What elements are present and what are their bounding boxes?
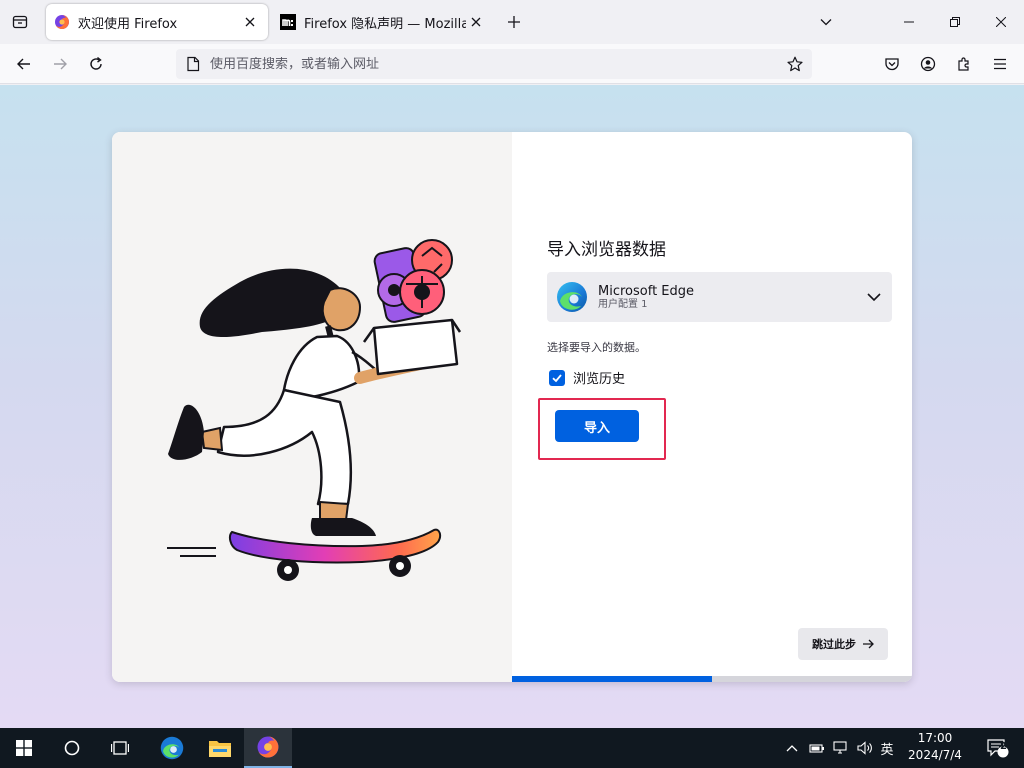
notification-count: 2 xyxy=(1000,741,1007,752)
navigation-toolbar xyxy=(0,44,1024,84)
page-icon xyxy=(178,49,208,79)
chevron-down-icon xyxy=(867,293,881,302)
taskbar-firefox[interactable] xyxy=(244,728,292,768)
import-data-card: 导入浏览器数据 Microsoft Edge 用户配置 1 选择要导入的数据。 … xyxy=(112,132,912,682)
url-input[interactable] xyxy=(208,56,780,72)
import-panel: 导入浏览器数据 Microsoft Edge 用户配置 1 选择要导入的数据。 … xyxy=(512,132,912,682)
skateboarder-illustration xyxy=(167,239,462,581)
network-icon xyxy=(833,741,847,754)
account-icon xyxy=(920,56,936,72)
tab-privacy-notice[interactable]: Firefox 隐私声明 — Mozilla xyxy=(272,4,494,40)
microsoft-edge-icon xyxy=(160,736,184,760)
microsoft-edge-icon xyxy=(557,282,587,312)
back-button[interactable] xyxy=(10,50,38,78)
tab-close-button[interactable] xyxy=(240,12,260,32)
tab-title: Firefox 隐私声明 — Mozilla xyxy=(304,16,466,32)
clock-date: 2024/7/4 xyxy=(908,748,962,762)
windows-taskbar: 英 17:00 2024/7/4 2 xyxy=(0,728,1024,768)
firefox-icon xyxy=(257,736,279,758)
task-view-button[interactable] xyxy=(96,728,144,768)
browser-select-text: Microsoft Edge 用户配置 1 xyxy=(598,284,694,311)
system-clock[interactable]: 17:00 2024/7/4 xyxy=(898,730,972,764)
browser-name: Microsoft Edge xyxy=(598,283,695,299)
pocket-button[interactable] xyxy=(878,50,906,78)
menu-button[interactable] xyxy=(986,50,1014,78)
tab-strip: 欢迎使用 Firefox Firefox 隐私声明 — Mozilla xyxy=(0,0,1024,44)
skip-step-button[interactable]: 跳过此步 xyxy=(798,628,888,660)
arrow-right-icon xyxy=(54,58,67,70)
list-all-tabs-button[interactable] xyxy=(812,8,840,36)
page-content: 导入浏览器数据 Microsoft Edge 用户配置 1 选择要导入的数据。 … xyxy=(0,85,1024,728)
volume-tray-button[interactable] xyxy=(854,728,876,768)
speaker-icon xyxy=(857,741,872,755)
arrow-right-icon xyxy=(863,639,874,649)
start-button[interactable] xyxy=(0,728,48,768)
taskbar-edge[interactable] xyxy=(148,728,196,768)
mozilla-m-icon xyxy=(280,14,296,30)
illustration-panel xyxy=(112,132,512,682)
taskbar-file-explorer[interactable] xyxy=(196,728,244,768)
minimize-icon xyxy=(904,21,914,23)
network-tray-button[interactable] xyxy=(830,728,852,768)
task-view-icon xyxy=(111,741,129,755)
bookmark-star-button[interactable] xyxy=(780,49,810,79)
battery-icon xyxy=(809,744,824,753)
firefox-view-icon xyxy=(12,15,28,29)
import-button[interactable]: 导入 xyxy=(555,410,639,442)
cortana-circle-icon xyxy=(64,740,80,756)
close-icon xyxy=(996,17,1006,27)
forward-button[interactable] xyxy=(46,50,74,78)
skip-label: 跳过此步 xyxy=(812,638,856,651)
history-checkbox[interactable] xyxy=(549,369,565,386)
notification-center-button[interactable]: 2 xyxy=(978,728,1018,768)
close-icon xyxy=(245,17,255,27)
hamburger-menu-icon xyxy=(994,58,1006,70)
extensions-button[interactable] xyxy=(950,50,978,78)
windows-logo-icon xyxy=(16,740,32,756)
onboarding-progress-bar xyxy=(512,676,912,682)
folder-icon xyxy=(209,741,231,757)
close-window-button[interactable] xyxy=(978,0,1024,44)
new-tab-button[interactable] xyxy=(500,8,528,36)
history-label: 浏览历史 xyxy=(573,372,626,387)
arrow-left-icon xyxy=(17,58,30,70)
minimize-button[interactable] xyxy=(886,0,932,44)
account-button[interactable] xyxy=(914,50,942,78)
restore-button[interactable] xyxy=(932,0,978,44)
puzzle-icon xyxy=(958,57,969,71)
battery-tray-button[interactable] xyxy=(806,728,828,768)
clock-time: 17:00 xyxy=(917,731,953,745)
history-option[interactable]: 浏览历史 xyxy=(549,368,625,387)
ime-indicator[interactable]: 英 xyxy=(876,728,898,768)
reload-icon xyxy=(90,56,102,70)
chevron-down-icon xyxy=(820,19,832,26)
reload-button[interactable] xyxy=(82,50,110,78)
show-hidden-icons-button[interactable] xyxy=(782,728,802,768)
browser-profile-select[interactable]: Microsoft Edge 用户配置 1 xyxy=(547,272,892,322)
star-icon xyxy=(787,56,803,72)
firefox-icon xyxy=(55,15,69,29)
page-title: 导入浏览器数据 xyxy=(547,240,666,260)
pocket-icon xyxy=(885,58,899,71)
search-button[interactable] xyxy=(48,728,96,768)
tab-title: 欢迎使用 Firefox xyxy=(78,16,178,32)
browser-profile-name: 用户配置 1 xyxy=(598,298,648,310)
progress-fill xyxy=(512,676,712,682)
plus-icon xyxy=(508,16,520,28)
close-icon xyxy=(471,17,481,27)
restore-icon xyxy=(950,17,960,27)
chevron-up-icon xyxy=(786,745,798,752)
tab-welcome[interactable]: 欢迎使用 Firefox xyxy=(46,4,268,40)
firefox-view-button[interactable] xyxy=(6,8,34,36)
import-description: 选择要导入的数据。 xyxy=(547,341,646,354)
checkmark-icon xyxy=(552,373,562,382)
tab-close-button[interactable] xyxy=(466,12,486,32)
address-bar[interactable] xyxy=(176,49,812,79)
